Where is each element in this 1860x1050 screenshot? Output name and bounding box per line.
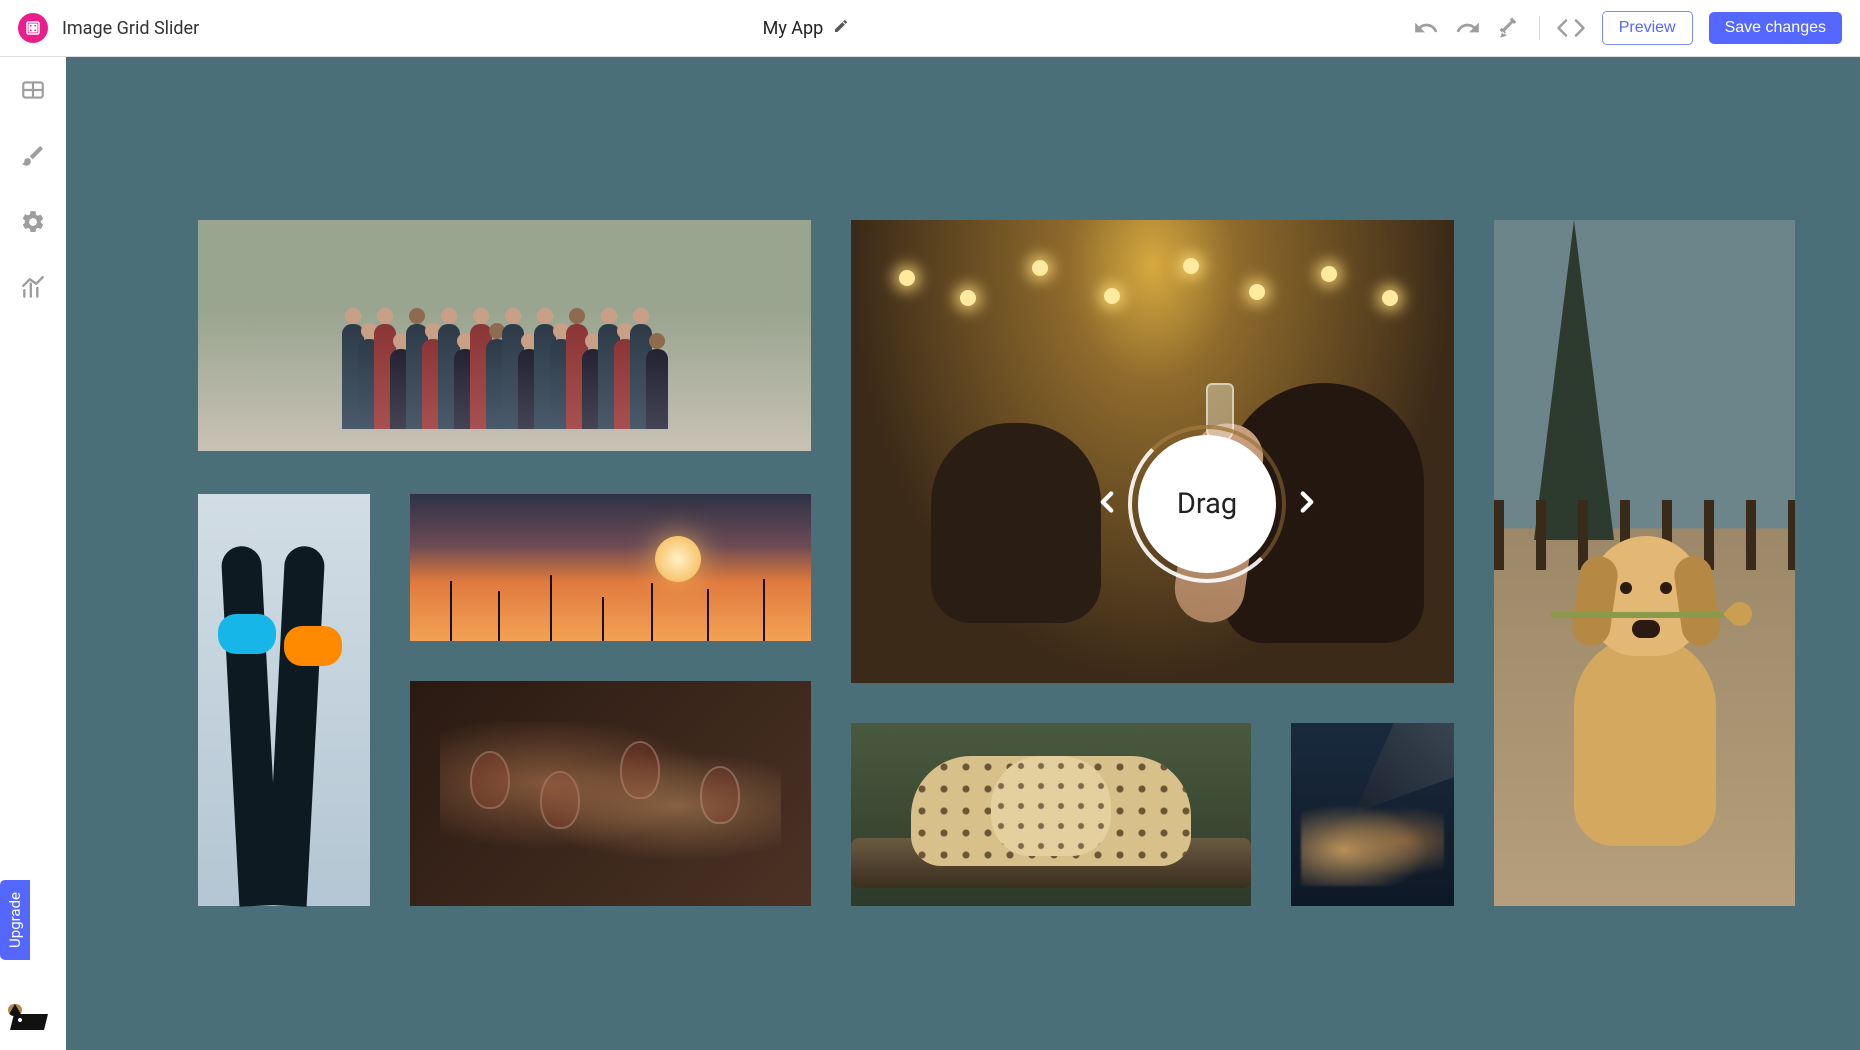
edit-project-name-icon[interactable] — [833, 18, 849, 39]
slider-prev-icon[interactable] — [1090, 485, 1124, 523]
preview-button[interactable]: Preview — [1602, 11, 1693, 45]
image-tile-plane-clouds[interactable] — [1291, 723, 1454, 906]
image-tile-wine-hands[interactable] — [410, 681, 811, 906]
settings-gear-icon[interactable] — [20, 209, 46, 239]
drag-label: Drag — [1177, 487, 1237, 521]
toolbar-divider — [1539, 16, 1540, 40]
save-changes-button[interactable]: Save changes — [1709, 12, 1842, 44]
redo-icon[interactable] — [1455, 15, 1481, 41]
slider-drag-widget: Drag — [1090, 435, 1324, 573]
analytics-icon[interactable] — [20, 275, 46, 305]
hammer-icon[interactable] — [1497, 15, 1523, 41]
canvas[interactable]: Drag — [66, 57, 1860, 1050]
image-tile-skis[interactable] — [198, 494, 370, 906]
image-tile-group-photo[interactable] — [198, 220, 811, 451]
left-rail: Upgrade — [0, 57, 66, 1050]
slider-next-icon[interactable] — [1290, 485, 1324, 523]
topbar: Image Grid Slider My App Preview Save ch… — [0, 0, 1860, 57]
image-tile-sunset[interactable] — [410, 494, 811, 641]
mascot-icon[interactable] — [8, 1004, 50, 1032]
image-tile-leopard[interactable] — [851, 723, 1251, 906]
image-tile-dog[interactable] — [1494, 220, 1795, 906]
undo-icon[interactable] — [1413, 15, 1439, 41]
image-tile-hero-party[interactable]: Drag — [851, 220, 1454, 683]
slider-drag-handle[interactable]: Drag — [1138, 435, 1276, 573]
body-wrap: Upgrade — [0, 57, 1860, 1050]
grid-view-icon[interactable] — [20, 77, 46, 107]
project-name: My App — [763, 18, 824, 39]
upgrade-tab[interactable]: Upgrade — [0, 880, 30, 960]
code-icon[interactable] — [1556, 13, 1586, 43]
brand-icon[interactable] — [18, 13, 48, 43]
app-title: Image Grid Slider — [62, 18, 199, 39]
top-actions: Preview Save changes — [1413, 11, 1842, 45]
center-title: My App — [213, 18, 1399, 39]
brush-icon[interactable] — [20, 143, 46, 173]
